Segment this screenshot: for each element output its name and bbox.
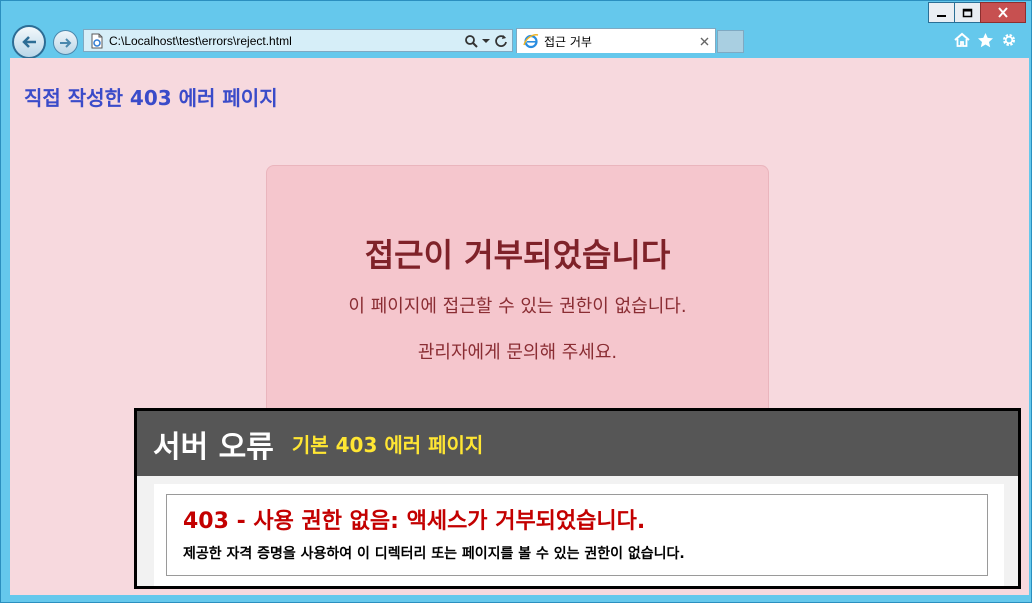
navigation-bar: C:\Localhost\test\errors\reject.html 접근 … xyxy=(1,23,1031,59)
server-error-box: 403 - 사용 권한 없음: 액세스가 거부되었습니다. 제공한 자격 증명을… xyxy=(166,494,988,576)
new-tab-button[interactable] xyxy=(717,30,744,53)
tab-active[interactable]: 접근 거부 xyxy=(516,28,716,53)
address-tools xyxy=(464,34,508,48)
search-icon[interactable] xyxy=(464,34,478,48)
server-error-inset: 서버 오류 기본 403 에러 페이지 403 - 사용 권한 없음: 액세스가… xyxy=(134,408,1021,589)
home-icon[interactable] xyxy=(954,32,970,48)
back-button[interactable] xyxy=(12,25,46,59)
close-window-button[interactable] xyxy=(980,2,1026,23)
browser-window: C:\Localhost\test\errors\reject.html 접근 … xyxy=(0,0,1032,603)
forward-arrow-icon xyxy=(59,37,71,48)
page-heading: 직접 작성한 403 에러 페이지 xyxy=(24,86,278,110)
minimize-button[interactable] xyxy=(928,2,955,23)
server-error-title: 서버 오류 xyxy=(153,429,274,465)
close-icon xyxy=(998,7,1008,18)
refresh-icon[interactable] xyxy=(494,34,508,48)
server-error-caption: 기본 403 에러 페이지 xyxy=(291,433,484,457)
close-icon xyxy=(700,37,708,45)
tab-title: 접근 거부 xyxy=(544,34,592,49)
maximize-icon xyxy=(962,8,973,17)
error-title: 403 - 사용 권한 없음: 액세스가 거부되었습니다. xyxy=(183,509,646,534)
forward-button[interactable] xyxy=(53,30,78,55)
browser-tools xyxy=(954,32,1017,48)
error-description: 제공한 자격 증명을 사용하여 이 디렉터리 또는 페이지를 볼 수 있는 권한… xyxy=(183,546,685,562)
star-icon[interactable] xyxy=(977,32,994,48)
server-error-header: 서버 오류 기본 403 에러 페이지 xyxy=(137,411,1018,476)
address-text[interactable]: C:\Localhost\test\errors\reject.html xyxy=(109,34,464,48)
ie-icon xyxy=(523,34,539,49)
card-message: 이 페이지에 접근할 수 있는 권한이 없습니다. xyxy=(348,296,687,317)
back-arrow-icon xyxy=(22,36,36,48)
card-contact-message: 관리자에게 문의해 주세요. xyxy=(417,342,618,363)
close-tab-button[interactable] xyxy=(697,34,711,48)
server-error-body: 403 - 사용 권한 없음: 액세스가 거부되었습니다. 제공한 자격 증명을… xyxy=(154,484,1004,586)
window-controls xyxy=(928,2,1026,23)
chevron-down-icon[interactable] xyxy=(482,37,490,45)
gear-icon[interactable] xyxy=(1001,32,1017,48)
maximize-button[interactable] xyxy=(954,2,981,23)
address-bar[interactable]: C:\Localhost\test\errors\reject.html xyxy=(83,29,513,52)
page-icon xyxy=(91,33,103,48)
card-title: 접근이 거부되었습니다 xyxy=(364,236,671,274)
minimize-icon xyxy=(937,14,946,17)
